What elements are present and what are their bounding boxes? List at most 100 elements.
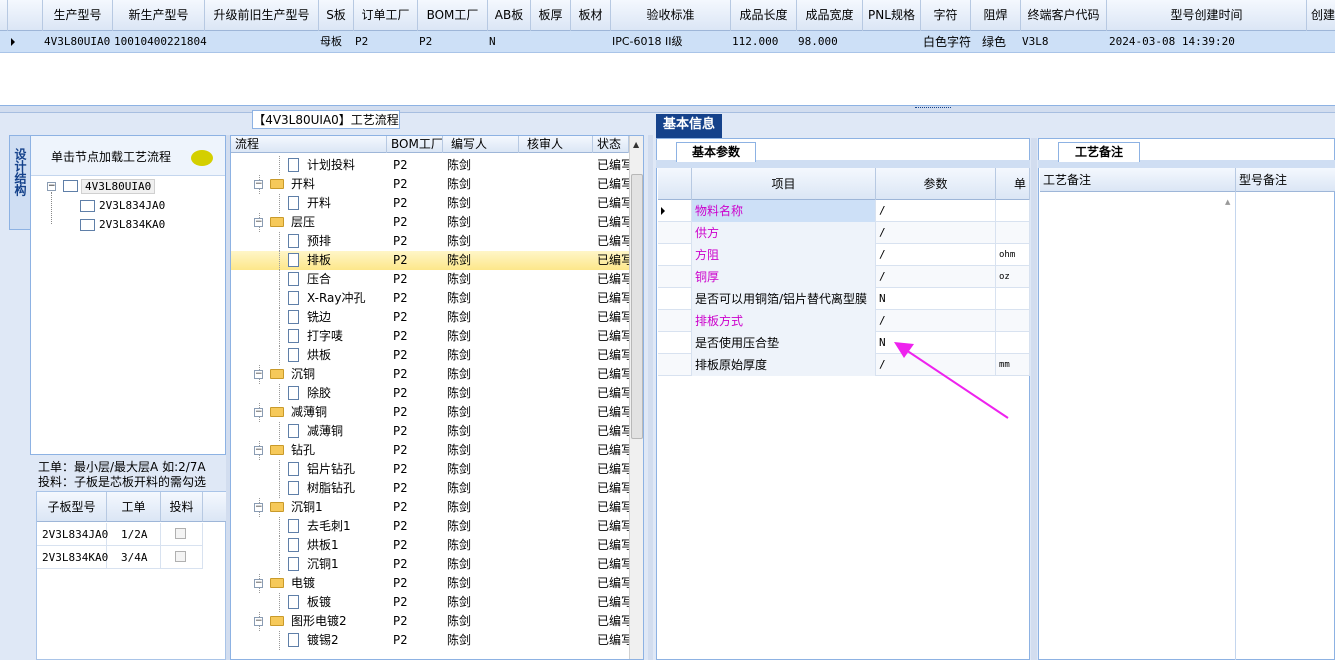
feed-checkbox[interactable] xyxy=(175,551,186,562)
cell-process-name[interactable]: 排板 xyxy=(307,251,387,270)
table-row[interactable]: 铣边 P2 陈剑 已编写 xyxy=(231,308,631,327)
col-header[interactable]: 状态 xyxy=(593,136,629,153)
table-row[interactable]: 排板 P2 陈剑 已编写 xyxy=(231,251,631,270)
cell-item[interactable]: 供方 xyxy=(692,222,876,244)
cell-process-name[interactable]: 铝片钻孔 xyxy=(307,460,387,479)
cell-status[interactable]: 已编写 xyxy=(597,327,631,346)
table-row[interactable]: − 开料 P2 陈剑 已编写 xyxy=(231,175,631,194)
cell-item[interactable]: 方阻 xyxy=(692,244,876,266)
cell-bom-factory[interactable]: P2 xyxy=(393,479,443,498)
cell-process-name[interactable]: 压合 xyxy=(307,270,387,289)
cell-status[interactable]: 已编写 xyxy=(597,213,631,232)
col-header[interactable]: 字符 xyxy=(921,0,971,31)
cell-bom-factory[interactable]: P2 xyxy=(393,574,443,593)
cell-s-board[interactable]: 母板 xyxy=(320,31,342,53)
model-remark-textarea[interactable] xyxy=(1237,192,1334,660)
cell-bom-factory[interactable]: P2 xyxy=(393,593,443,612)
cell-width[interactable]: 98.000 xyxy=(798,31,838,53)
cell-writer[interactable]: 陈剑 xyxy=(447,308,517,327)
cell-value[interactable]: / xyxy=(876,310,996,332)
col-header[interactable]: 参数 xyxy=(876,168,996,200)
cell-bom-factory[interactable]: P2 xyxy=(393,612,443,631)
table-row[interactable]: 铝片钻孔 P2 陈剑 已编写 xyxy=(231,460,631,479)
cell-writer[interactable]: 陈剑 xyxy=(447,346,517,365)
cell-status[interactable]: 已编写 xyxy=(597,384,631,403)
cell-writer[interactable]: 陈剑 xyxy=(447,460,517,479)
cell-status[interactable]: 已编写 xyxy=(597,460,631,479)
tree-node-root[interactable]: 4V3L80UIA0 xyxy=(81,179,156,194)
cell-writer[interactable]: 陈剑 xyxy=(447,403,517,422)
cell-sub-order[interactable]: 1/2A xyxy=(107,523,161,546)
cell-process-name[interactable]: 铣边 xyxy=(307,308,387,327)
vertical-splitter[interactable] xyxy=(1031,138,1037,660)
cell-writer[interactable]: 陈剑 xyxy=(447,251,517,270)
cell-standard[interactable]: IPC-6018 II级 xyxy=(612,31,683,53)
vertical-splitter[interactable] xyxy=(648,135,653,660)
table-row[interactable]: − 钻孔 P2 陈剑 已编写 xyxy=(231,441,631,460)
cell-bom-factory[interactable]: P2 xyxy=(419,31,432,53)
cell-new-model[interactable]: 10010400221804 xyxy=(114,31,207,53)
cell-value[interactable]: / xyxy=(876,266,996,288)
cell-bom-factory[interactable]: P2 xyxy=(393,270,443,289)
cell-status[interactable]: 已编写 xyxy=(597,308,631,327)
collapse-icon[interactable]: − xyxy=(254,446,263,455)
cell-length[interactable]: 112.000 xyxy=(732,31,778,53)
table-row[interactable]: 是否可以用铜箔/铝片替代离型膜 N xyxy=(658,288,1030,310)
table-row[interactable]: 铜厚 / oz xyxy=(658,266,1030,288)
cell-bom-factory[interactable]: P2 xyxy=(393,327,443,346)
process-remark-textarea[interactable]: ▲ xyxy=(1040,192,1236,660)
scroll-up-icon[interactable]: ▲ xyxy=(633,140,639,149)
collapse-icon[interactable]: − xyxy=(254,218,263,227)
cell-bom-factory[interactable]: P2 xyxy=(393,460,443,479)
cell-writer[interactable]: 陈剑 xyxy=(447,175,517,194)
cell-bom-factory[interactable]: P2 xyxy=(393,422,443,441)
col-header[interactable]: 阻焊 xyxy=(971,0,1021,31)
cell-value[interactable]: N xyxy=(876,288,996,310)
cell-process-name[interactable]: 层压 xyxy=(291,213,386,232)
cell-status[interactable]: 已编写 xyxy=(597,251,631,270)
table-row[interactable]: 除胶 P2 陈剑 已编写 xyxy=(231,384,631,403)
cell-status[interactable]: 已编写 xyxy=(597,422,631,441)
cell-value[interactable]: / xyxy=(876,244,996,266)
col-header[interactable]: 型号创建时间 xyxy=(1107,0,1307,31)
cell-bom-factory[interactable]: P2 xyxy=(393,403,443,422)
scroll-thumb[interactable] xyxy=(631,174,643,439)
cell-status[interactable]: 已编写 xyxy=(597,593,631,612)
cell-process-name[interactable]: 沉铜1 xyxy=(291,498,386,517)
cell-char[interactable]: 白色字符 xyxy=(923,31,971,53)
cell-unit[interactable] xyxy=(996,222,1030,244)
cell-writer[interactable]: 陈剑 xyxy=(447,327,517,346)
col-header[interactable]: 生产型号 xyxy=(43,0,113,31)
cell-item[interactable]: 铜厚 xyxy=(692,266,876,288)
tab-basic-params[interactable]: 基本参数 xyxy=(676,142,756,162)
table-row[interactable]: 供方 / xyxy=(658,222,1030,244)
cell-writer[interactable]: 陈剑 xyxy=(447,156,517,175)
cell-bom-factory[interactable]: P2 xyxy=(393,441,443,460)
cell-writer[interactable]: 陈剑 xyxy=(447,194,517,213)
col-header[interactable]: 成品宽度 xyxy=(797,0,863,31)
tab-design-structure[interactable]: 设计结构 xyxy=(9,135,31,230)
tree-node-child[interactable]: 2V3L834JA0 xyxy=(99,199,165,212)
col-header[interactable]: 工单 xyxy=(107,492,161,522)
cell-status[interactable]: 已编写 xyxy=(597,156,631,175)
cell-process-name[interactable]: 去毛刺1 xyxy=(307,517,387,536)
collapse-icon[interactable]: − xyxy=(254,180,263,189)
table-row[interactable]: 烘板1 P2 陈剑 已编写 xyxy=(231,536,631,555)
cell-status[interactable]: 已编写 xyxy=(597,517,631,536)
cell-unit[interactable]: ohm xyxy=(996,244,1030,266)
cell-process-name[interactable]: 烘板 xyxy=(307,346,387,365)
cell-status[interactable]: 已编写 xyxy=(597,612,631,631)
cell-value[interactable]: / xyxy=(876,200,996,222)
cell-status[interactable]: 已编写 xyxy=(597,631,631,650)
cell-writer[interactable]: 陈剑 xyxy=(447,289,517,308)
col-header[interactable]: 板材 xyxy=(571,0,611,31)
cell-writer[interactable]: 陈剑 xyxy=(447,384,517,403)
table-row[interactable]: 4V3L80UIA0 10010400221804 母板 P2 P2 N IPC… xyxy=(0,31,1335,53)
collapse-icon[interactable]: − xyxy=(47,182,56,191)
cell-item[interactable]: 物料名称 xyxy=(692,200,876,222)
cell-status[interactable]: 已编写 xyxy=(597,175,631,194)
table-row[interactable]: 烘板 P2 陈剑 已编写 xyxy=(231,346,631,365)
cell-status[interactable]: 已编写 xyxy=(597,574,631,593)
cell-status[interactable]: 已编写 xyxy=(597,479,631,498)
cell-writer[interactable]: 陈剑 xyxy=(447,593,517,612)
